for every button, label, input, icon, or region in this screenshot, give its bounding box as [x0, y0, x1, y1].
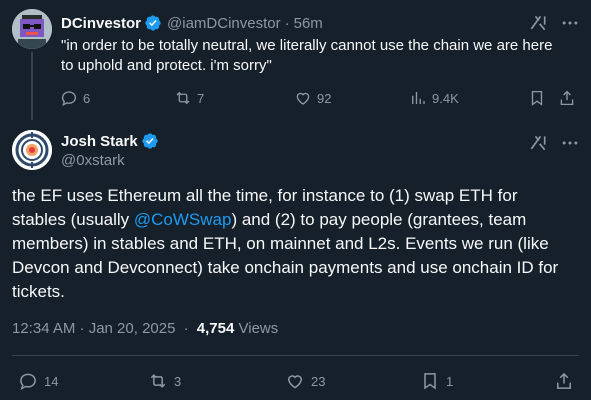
repost-button[interactable]: 3: [148, 370, 181, 392]
tweet-thread: DCinvestor @iamDCinvestor · 56m "in orde…: [0, 0, 591, 400]
verified-badge-icon: [144, 14, 162, 32]
repost-button[interactable]: 7: [174, 88, 204, 108]
share-button[interactable]: [558, 88, 581, 108]
reply-button[interactable]: 6: [60, 88, 90, 108]
target-avatar-icon: [12, 130, 52, 170]
reply-icon: [61, 91, 77, 107]
reply-count: 6: [83, 90, 91, 106]
bookmark-icon: [424, 373, 436, 390]
views-count: 9.4K: [432, 90, 459, 106]
reply-count: 14: [44, 373, 59, 389]
tweet-meta: 12:34 AM · Jan 20, 2025 · 4,754 Views: [12, 320, 278, 337]
views-count: 4,754: [196, 320, 235, 337]
repost-count: 3: [174, 373, 182, 389]
author-handle[interactable]: @0xstark: [61, 152, 125, 169]
grok-icon[interactable]: [528, 13, 548, 33]
author-name[interactable]: DCinvestor: [61, 15, 141, 32]
parent-action-bar: 6 7 92 9.4K: [54, 88, 584, 108]
divider: [12, 355, 579, 356]
avatar[interactable]: [12, 9, 52, 49]
like-icon: [296, 92, 310, 105]
repost-icon: [150, 374, 166, 388]
parent-tweet-text: "in order to be totally neutral, we lite…: [61, 37, 553, 74]
more-icon[interactable]: [560, 13, 580, 33]
tweet-time[interactable]: 56m: [294, 15, 323, 32]
bookmark-icon: [531, 90, 543, 106]
pixel-avatar-icon: [12, 9, 52, 49]
bookmark-count: 1: [446, 373, 454, 389]
author-header: Josh Stark: [61, 132, 159, 150]
avatar[interactable]: [12, 130, 52, 170]
mention-link[interactable]: @CoWSwap: [134, 210, 232, 229]
grok-icon[interactable]: [528, 133, 548, 153]
share-icon: [560, 90, 574, 106]
like-button[interactable]: 23: [285, 370, 325, 392]
parent-tweet-header: DCinvestor @iamDCinvestor · 56m: [61, 13, 323, 33]
share-button[interactable]: [554, 370, 580, 392]
parent-tweet[interactable]: DCinvestor @iamDCinvestor · 56m "in orde…: [0, 0, 591, 120]
repost-count: 7: [197, 90, 205, 106]
views-label: Views: [238, 320, 279, 337]
more-icon[interactable]: [560, 133, 580, 153]
repost-icon: [176, 91, 190, 105]
like-count: 92: [317, 90, 332, 106]
author-handle[interactable]: @iamDCinvestor: [167, 15, 281, 32]
reply-button[interactable]: 14: [18, 370, 58, 392]
main-tweet: Josh Stark @0xstark the EF uses Ethereum…: [0, 120, 591, 400]
bookmark-button[interactable]: [528, 88, 551, 108]
reply-icon: [20, 373, 36, 390]
like-button[interactable]: 92: [294, 88, 331, 108]
bookmark-button[interactable]: 1: [420, 370, 453, 392]
share-icon: [557, 372, 571, 389]
verified-badge-icon: [141, 132, 159, 150]
tweet-timestamp[interactable]: 12:34 AM · Jan 20, 2025: [12, 320, 175, 337]
like-icon: [287, 375, 303, 389]
main-action-bar: 14 3 23 1: [12, 370, 582, 392]
like-count: 23: [311, 373, 326, 389]
views-icon: [412, 92, 425, 104]
separator-dot: ·: [284, 14, 290, 32]
thread-connector-line: [31, 52, 33, 120]
main-tweet-text: the EF uses Ethereum all the time, for i…: [12, 184, 572, 304]
author-name[interactable]: Josh Stark: [61, 133, 138, 150]
separator-dot: ·: [183, 320, 189, 337]
views-button[interactable]: 9.4K: [409, 88, 459, 108]
